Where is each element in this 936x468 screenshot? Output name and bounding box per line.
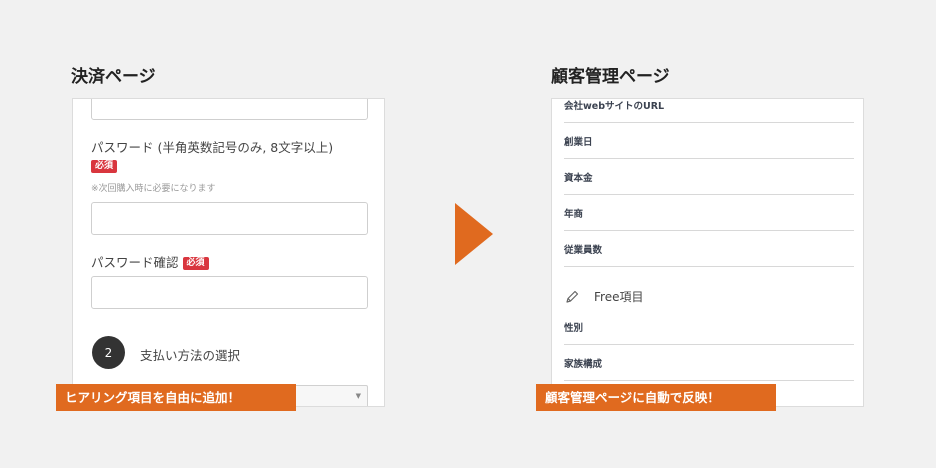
list-item: 年商 — [564, 195, 854, 231]
step-number-circle: 2 — [92, 336, 125, 369]
password-confirm-label-text: パスワード確認 — [91, 255, 179, 270]
payment-method-step-label: 支払い方法の選択 — [140, 348, 241, 363]
password-confirm-label: パスワード確認 必須 — [91, 252, 209, 271]
list-item: 家族構成 — [564, 345, 854, 381]
right-caption-banner: 顧客管理ページに自動で反映！ — [536, 384, 776, 411]
customer-page-heading: 顧客管理ページ — [551, 67, 670, 87]
checkout-form-panel: パスワード (半角英数記号のみ, 8文字以上) 必須 ※次回購入時に必要になりま… — [72, 98, 385, 407]
list-item: 性別 — [564, 309, 854, 345]
chevron-down-icon: ▼ — [355, 392, 361, 400]
field-label: 年商 — [564, 209, 584, 220]
list-item: 資本金 — [564, 159, 854, 195]
required-badge: 必須 — [91, 160, 118, 173]
field-label: 創業日 — [564, 137, 593, 148]
field-label: 会社webサイトのURL — [564, 101, 665, 112]
field-label: 性別 — [564, 323, 584, 334]
field-label: 家族構成 — [564, 359, 603, 370]
previous-input-field[interactable] — [91, 99, 368, 120]
password-label: パスワード (半角英数記号のみ, 8文字以上) — [91, 140, 334, 155]
field-label: 資本金 — [564, 173, 593, 184]
password-confirm-input[interactable] — [91, 276, 368, 309]
left-caption-banner: ヒアリング項目を自由に追加！ — [56, 384, 296, 411]
pencil-icon[interactable] — [564, 289, 580, 305]
list-item: 創業日 — [564, 123, 854, 159]
password-note: ※次回購入時に必要になります — [91, 184, 216, 194]
free-section-title: Free項目 — [594, 290, 644, 304]
list-item: 会社webサイトのURL — [564, 99, 854, 123]
field-label: 従業員数 — [564, 245, 603, 256]
password-input[interactable] — [91, 202, 368, 235]
arrow-right-icon — [455, 203, 493, 265]
checkout-page-heading: 決済ページ — [71, 67, 156, 87]
required-badge: 必須 — [182, 257, 209, 270]
free-section-header: Free項目 — [564, 288, 643, 305]
customer-management-panel: 会社webサイトのURL 創業日 資本金 年商 従業員数 Free項目 性別 家… — [551, 98, 864, 407]
list-item: 従業員数 — [564, 231, 854, 267]
